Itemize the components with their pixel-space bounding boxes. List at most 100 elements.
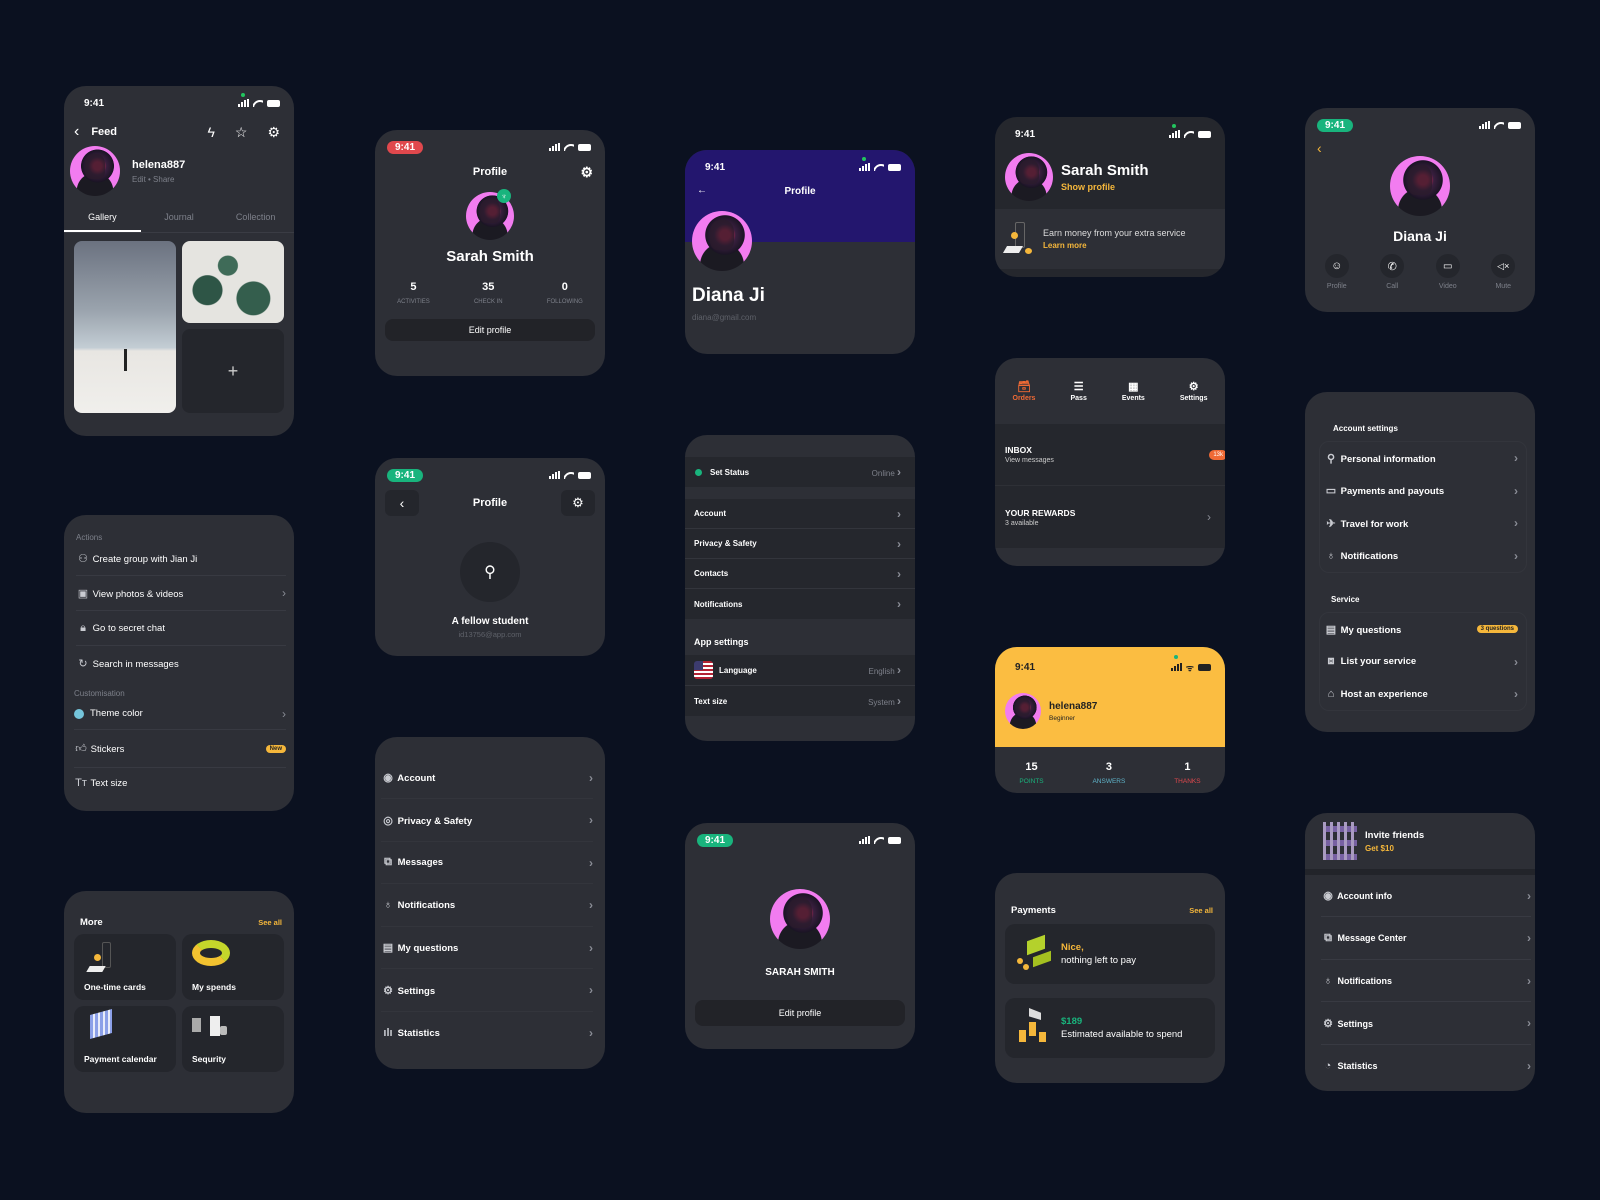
clipboard-icon: ▤	[1325, 623, 1337, 636]
star-icon[interactable]: ☆	[235, 124, 248, 141]
menu-item-my-questions[interactable]: ▤ My questions ›	[381, 927, 593, 969]
tab-gallery[interactable]: Gallery	[64, 206, 141, 232]
tile-payment-calendar[interactable]: Payment calendar	[74, 1006, 176, 1072]
avatar	[770, 889, 830, 949]
action-call[interactable]: ✆ Call	[1380, 254, 1405, 290]
menu-item-payments[interactable]: ▭ Payments and payouts ›	[1320, 474, 1526, 507]
image-icon: ▣	[77, 587, 89, 600]
available-spend-card[interactable]: $189 Estimated available to spend	[1005, 998, 1215, 1058]
share-link[interactable]: Share	[153, 175, 174, 184]
back-arrow-icon[interactable]: ←	[697, 185, 707, 196]
privacy-icon: ◎	[383, 814, 393, 827]
action-video[interactable]: ▭ Video	[1435, 254, 1460, 290]
menu-item-travel[interactable]: ✈ Travel for work ›	[1320, 507, 1526, 539]
menu-item-search-messages[interactable]: ↻ Search in messages	[76, 646, 286, 681]
invite-friends-banner[interactable]: Invite friends Get $10	[1305, 813, 1535, 875]
menu-item-stickers[interactable]: 👍︎ Stickers New	[74, 730, 286, 768]
menu-item-create-group[interactable]: ⚇ Create group with Jian Ji	[76, 542, 286, 576]
gallery-photo-plant[interactable]	[182, 241, 284, 323]
battery-icon	[1508, 121, 1521, 129]
menu-item-my-questions[interactable]: ▤ My questions 3 questions	[1320, 613, 1526, 645]
menu-item-account[interactable]: ◉ Account ›	[381, 757, 593, 799]
plane-icon: ✈	[1326, 517, 1336, 530]
diana-contact-card: 9:41 ‹ Diana Ji ☺ Profile ✆ Call ▭ Video ◁×…	[1305, 108, 1535, 312]
section-header: Service	[1331, 595, 1360, 604]
tab-orders[interactable]: 🗃︎ Orders	[1013, 380, 1036, 424]
thumbs-up-icon: 👍︎	[75, 743, 87, 755]
battery-icon	[267, 99, 280, 107]
menu-item-secret-chat[interactable]: 🔒︎ Go to secret chat	[76, 611, 286, 646]
signal-icon	[1169, 130, 1180, 138]
menu-item-contacts[interactable]: Contacts ›	[685, 559, 915, 589]
menu-item-messages[interactable]: ⧉ Messages ›	[381, 842, 593, 884]
tab-collection[interactable]: Collection	[217, 206, 294, 232]
menu-item-personal-info[interactable]: ⚲ Personal information ›	[1320, 442, 1526, 474]
show-profile-link[interactable]: Show profile	[1061, 182, 1149, 192]
rewards-row[interactable]: YOUR REWARDS 3 available ›	[995, 486, 1225, 548]
tile-my-spends[interactable]: My spends	[182, 934, 284, 1000]
settings-button[interactable]: ⚙	[560, 490, 595, 516]
see-all-link[interactable]: See all	[258, 918, 282, 927]
menu-item-account-info[interactable]: ◉ Account info ›	[1321, 875, 1531, 917]
menu-item-statistics[interactable]: ◔ Statistics ›	[1321, 1045, 1531, 1087]
learn-more-link[interactable]: Learn more	[1043, 241, 1186, 250]
more-grid-card: More See all One-time cards My spends Pa…	[64, 891, 294, 1113]
gallery-photo-desert[interactable]	[74, 241, 176, 413]
inbox-row[interactable]: INBOX View messages 13k	[995, 424, 1225, 486]
tab-pass[interactable]: ☰ Pass	[1070, 380, 1086, 424]
menu-item-privacy[interactable]: ◎ Privacy & Safety ›	[381, 799, 593, 842]
tab-settings[interactable]: ⚙ Settings	[1180, 380, 1208, 424]
menu-item-settings[interactable]: ⚙ Settings ›	[381, 969, 593, 1012]
add-photo-button[interactable]: +	[182, 329, 284, 413]
menu-item-theme-color[interactable]: Theme color ›	[74, 698, 286, 730]
gear-icon[interactable]: ⚙	[267, 124, 280, 141]
menu-item-notifications[interactable]: ♁ Notifications ›	[1320, 539, 1526, 572]
menu-item-statistics[interactable]: ılı Statistics ›	[381, 1012, 593, 1054]
edit-profile-button[interactable]: Edit profile	[385, 319, 595, 341]
menu-item-privacy[interactable]: Privacy & Safety ›	[685, 529, 915, 559]
blocks-icon: ⧈	[1327, 655, 1335, 667]
tab-events[interactable]: ▦ Events	[1122, 380, 1145, 424]
text-size-row[interactable]: Text size System ›	[685, 686, 915, 716]
back-button[interactable]: ‹	[385, 490, 419, 516]
lightning-icon[interactable]: ϟ	[207, 124, 214, 141]
payment-status-card[interactable]: Nice, nothing left to pay	[1005, 924, 1215, 984]
phone-coins-illustration	[1002, 222, 1035, 256]
action-profile[interactable]: ☺ Profile	[1324, 254, 1349, 290]
edit-profile-button[interactable]: Edit profile	[695, 1000, 905, 1026]
edit-link[interactable]: Edit	[132, 175, 146, 184]
gear-icon: ⚙	[1323, 1017, 1333, 1030]
menu-item-list-service[interactable]: ⧈ List your service ›	[1320, 645, 1526, 678]
action-mute[interactable]: ◁× Mute	[1491, 254, 1516, 290]
trophy-badge-icon: ♆	[497, 189, 511, 203]
promo-banner[interactable]: Earn money from your extra service Learn…	[995, 209, 1225, 269]
back-icon[interactable]: ‹	[74, 123, 79, 141]
menu-item-text-size[interactable]: Tт Text size	[74, 768, 286, 798]
gear-icon[interactable]: ⚙	[580, 164, 593, 181]
settings-list-card: ◉ Account › ◎ Privacy & Safety › ⧉ Message…	[375, 737, 605, 1069]
tab-journal[interactable]: Journal	[141, 206, 218, 232]
menu-item-view-photos[interactable]: ▣ View photos & videos ›	[76, 576, 286, 611]
back-icon[interactable]: ‹	[1317, 140, 1535, 156]
account-settings-card: Account settings ⚲ Personal information ›…	[1305, 392, 1535, 732]
status-time: 9:41	[387, 468, 424, 482]
video-icon: ▭	[1435, 254, 1460, 278]
menu-item-settings[interactable]: ⚙ Settings ›	[1321, 1002, 1531, 1045]
wifi-icon	[874, 836, 884, 844]
tile-sequrity[interactable]: Sequrity	[182, 1006, 284, 1072]
language-row[interactable]: Language English ›	[685, 655, 915, 686]
level-label: Beginner	[1049, 714, 1076, 722]
menu-item-notifications[interactable]: Notifications ›	[685, 589, 915, 619]
signal-icon	[238, 99, 249, 107]
tile-one-time-cards[interactable]: One-time cards	[74, 934, 176, 1000]
menu-item-notifications[interactable]: ♁ Notifications ›	[381, 884, 593, 927]
menu-item-account[interactable]: Account ›	[685, 499, 915, 529]
menu-item-host-experience[interactable]: ⌂ Host an experience ›	[1320, 678, 1526, 710]
see-all-link[interactable]: See all	[1189, 906, 1213, 915]
battery-icon	[1198, 130, 1211, 138]
invite-menu-card: Invite friends Get $10 ◉ Account info › ⧉…	[1305, 813, 1535, 1091]
set-status-row[interactable]: Set Status Online ›	[685, 457, 915, 487]
orders-nav-card: 🗃︎ Orders ☰ Pass ▦ Events ⚙ Settings INBOX Vi…	[995, 358, 1225, 566]
menu-item-notifications[interactable]: ♁ Notifications ›	[1321, 960, 1531, 1002]
menu-item-message-center[interactable]: ⧉ Message Center ›	[1321, 917, 1531, 960]
